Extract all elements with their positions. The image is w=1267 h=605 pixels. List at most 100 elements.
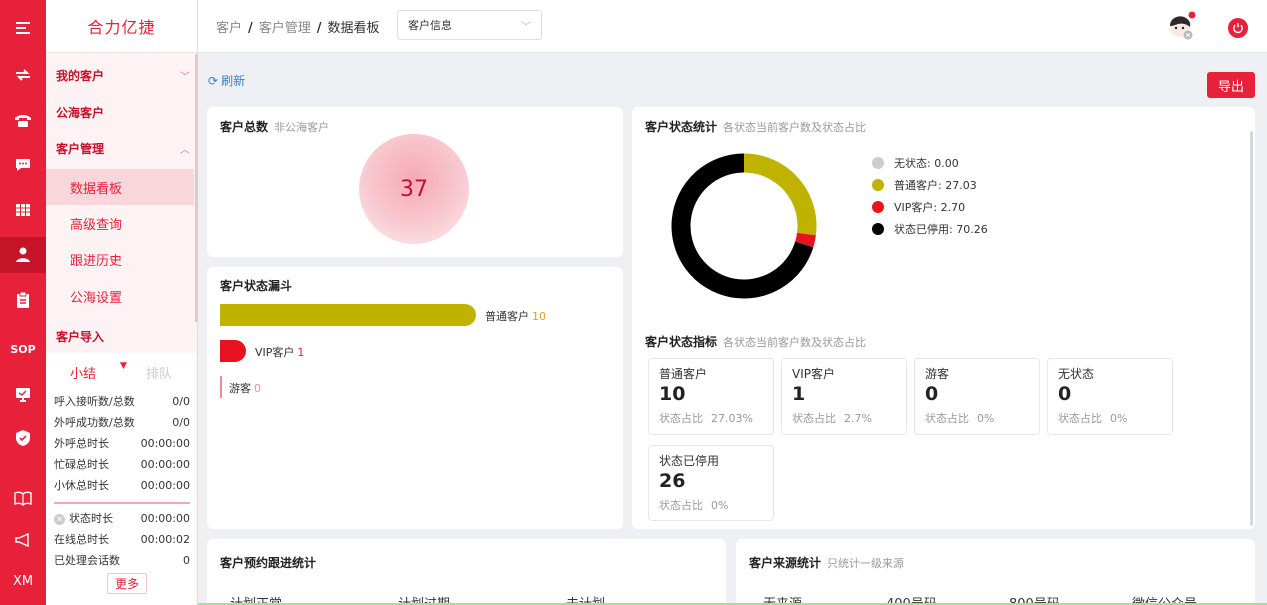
indicator-name: 状态已停用 [659,454,720,468]
sidebar-scrollbar[interactable] [195,54,198,322]
indicator-title: 客户状态指标 各状态当前客户数及状态占比 [645,333,866,350]
funnel-bar-vip[interactable] [220,340,246,362]
view-select[interactable]: 客户信息 ﹀ [397,10,542,40]
card-title: 客户来源统计 只统计一级来源 [749,554,904,571]
tab-summary[interactable]: 小结 [70,363,96,382]
indicator-card[interactable]: VIP客户 1 状态占比 2.7% [781,358,907,435]
stat-value: 0/0 [172,394,190,408]
menu-toggle-icon[interactable] [0,10,46,46]
menu-public-customers[interactable]: 公海客户 [56,99,190,125]
transfer-icon[interactable] [0,57,46,93]
funnel-label: 普通客户 10 [485,308,546,324]
stat-label: 呼入接听数/总数 [54,395,135,408]
indicator-ratio: 状态占比 0% [1058,410,1127,426]
indicator-name: 游客 [925,367,950,381]
funnel-bar-regular[interactable] [220,304,476,326]
view-select-value: 客户信息 [408,19,452,32]
ratio-value: 2.7% [844,412,872,425]
menu-customer-management[interactable]: 客户管理 ︿ [56,135,190,161]
stat-label: 忙碌总时长 [54,458,109,471]
sidebar-item-dashboard[interactable]: 数据看板 [46,169,194,205]
legend-item[interactable]: 普通客户: 27.03 [872,174,988,196]
indicator-value: 10 [659,383,686,405]
ratio-value: 0% [1110,412,1128,425]
sidebar: 合力亿捷 我的客户 ﹀ 公海客户 客户管理 ︿ 数据看板 高级查询 跟进历史 公… [46,0,198,605]
indicator-card[interactable]: 游客 0 状态占比 0% [914,358,1040,435]
ratio-label: 状态占比 [659,499,703,512]
total-customers-card: 客户总数 非公海客户 37 [207,107,623,257]
stat-value: 00:00:00 [140,436,190,450]
icon-rail: SOP XM [0,0,46,605]
stat-row: 已处理会话数 0 [54,550,190,570]
export-button[interactable]: 导出 [1207,72,1255,98]
donut-slice-1[interactable] [743,153,817,236]
caret-down-icon: ▼ [120,361,127,371]
agent-summary-panel: ▼ 小结 排队 呼入接听数/总数 0/0 外呼成功数/总数 0/0 外呼总时长 00:… [46,353,196,605]
card-scrollbar[interactable] [1250,131,1253,526]
indicator-value: 1 [792,383,806,405]
legend-item[interactable]: VIP客户: 2.70 [872,196,988,218]
chevron-down-icon: ﹀ [521,21,531,33]
megaphone-icon[interactable] [0,522,46,558]
brand-logo: 合力亿捷 [46,0,197,53]
more-button[interactable]: 更多 [107,573,147,594]
xm-label: XM [12,573,34,589]
stat-row: ✕ 状态时长 00:00:00 [54,508,190,528]
funnel-label-name: 普通客户 [485,310,529,323]
indicator-name: 普通客户 [659,367,708,381]
sidebar-item-advanced-query[interactable]: 高级查询 [46,205,194,241]
legend-item[interactable]: 状态已停用: 70.26 [872,218,988,240]
xm-icon[interactable]: XM [0,563,46,599]
sop-icon[interactable]: SOP [0,331,46,367]
tab-queue[interactable]: 排队 [146,363,172,382]
legend-dot [872,179,884,191]
funnel-label-name: VIP客户 [255,346,295,359]
sidebar-item-public-settings[interactable]: 公海设置 [46,278,194,314]
indicator-card[interactable]: 无状态 0 状态占比 0% [1047,358,1173,435]
legend-item[interactable]: 无状态: 0.00 [872,152,988,174]
indicator-card[interactable]: 普通客户 10 状态占比 27.03% [648,358,774,435]
monitor-icon[interactable] [0,376,46,412]
stat-value: 0/0 [172,415,190,429]
status-close-icon: ✕ [54,513,65,525]
funnel-label-value: 10 [532,310,546,323]
stat-label: 外呼成功数/总数 [54,416,135,429]
refresh-icon: ⟳ [208,73,219,88]
menu-customer-import[interactable]: 客户导入 [56,323,190,349]
power-icon[interactable] [1228,18,1248,38]
refresh-button[interactable]: ⟳ 刷新 [208,72,245,89]
book-icon[interactable] [0,480,46,516]
status-donut-chart [671,153,817,299]
stat-row: 在线总时长 00:00:02 [54,529,190,549]
stat-value: 00:00:02 [140,532,190,546]
avatar[interactable] [1166,11,1196,41]
breadcrumb: 客户 / 客户管理 / 数据看板 [216,21,380,36]
sidebar-item-followup-history[interactable]: 跟进历史 [46,241,194,277]
breadcrumb-item[interactable]: 客户 [216,21,242,36]
user-icon[interactable] [0,237,46,273]
clipboard-icon[interactable] [0,282,46,318]
total-count-bubble: 37 [359,134,469,244]
indicator-value: 0 [925,383,939,405]
card-title-text: 客户来源统计 [749,556,822,570]
shield-icon[interactable] [0,420,46,456]
ratio-value: 27.03% [711,412,753,425]
donut-slice-2[interactable] [795,232,816,248]
stat-label: 小休总时长 [54,479,109,492]
indicator-ratio: 状态占比 2.7% [792,410,872,426]
chat-icon[interactable] [0,147,46,183]
funnel-label-value: 0 [254,382,261,395]
telephone-icon[interactable] [0,102,46,138]
card-title: 客户总数 非公海客户 [220,118,329,135]
card-title-text: 客户总数 [220,120,269,134]
stat-label: 已处理会话数 [54,554,120,567]
divider [54,502,190,504]
grid-icon[interactable] [0,192,46,228]
breadcrumb-item[interactable]: 客户管理 [259,21,311,36]
funnel-bar-visitor[interactable] [220,376,222,398]
ratio-label: 状态占比 [659,412,703,425]
status-funnel-card: 客户状态漏斗 普通客户 10 VIP客户 1 游客 0 [207,267,623,529]
menu-my-customers[interactable]: 我的客户 ﹀ [56,62,190,88]
indicator-card[interactable]: 状态已停用 26 状态占比 0% [648,445,774,521]
legend-label: 无状态: 0.00 [894,157,959,170]
